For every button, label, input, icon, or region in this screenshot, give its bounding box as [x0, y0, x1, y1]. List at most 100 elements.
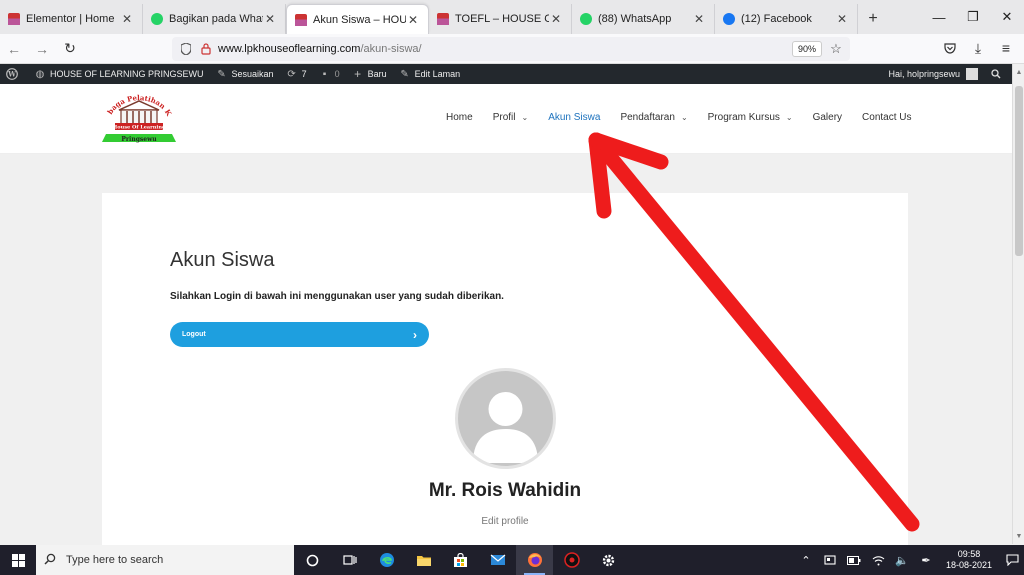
menu-item-pendaftaran[interactable]: Pendaftaran ⌄: [610, 112, 697, 123]
lock-icon[interactable]: [198, 41, 214, 57]
bookmark-star-icon[interactable]: ☆: [826, 39, 846, 59]
page-scrollbar[interactable]: ▲ ▼: [1012, 64, 1024, 544]
svg-text:W: W: [7, 70, 16, 79]
mail-icon[interactable]: [479, 545, 516, 575]
wp-admin-bar: W ◍ HOUSE OF LEARNING PRINGSEWU ✎ Sesuai…: [0, 64, 1012, 84]
close-window-button[interactable]: ✕: [990, 0, 1024, 34]
volume-icon[interactable]: 🔈: [890, 554, 914, 567]
menu-item-profil[interactable]: Profil ⌄: [483, 112, 539, 123]
search-icon: [44, 553, 60, 568]
main-menu: Home Profil ⌄ Akun Siswa Pendaftaran ⌄ P…: [436, 84, 922, 150]
content-card: Akun Siswa Silahkan Login di bawah ini m…: [102, 193, 908, 545]
media-app-icon[interactable]: [553, 545, 590, 575]
wp-comments[interactable]: ▪ 0: [313, 64, 346, 84]
taskbar-search[interactable]: Type here to search: [36, 545, 294, 575]
logo-bottom-text: Pringsewu: [121, 136, 157, 143]
wordpress-logo-button[interactable]: W: [0, 64, 28, 84]
tab-label: Elementor | Home: [26, 13, 115, 25]
menu-label: Akun Siswa: [548, 111, 601, 123]
menu-hamburger-icon[interactable]: ≡: [992, 34, 1020, 62]
logout-button[interactable]: Logout ›: [170, 322, 429, 347]
tab-bagikan-whatsapp[interactable]: Bagikan pada WhatsApp ✕: [143, 4, 286, 34]
new-tab-button[interactable]: +: [858, 4, 888, 34]
edge-icon[interactable]: [368, 545, 405, 575]
chevron-up-icon[interactable]: ⌃: [794, 554, 818, 567]
updates-count: 7: [301, 69, 307, 79]
defender-icon[interactable]: [818, 554, 842, 566]
updates-icon: ⟳: [287, 68, 296, 80]
logo-mid-text: House Of Learning: [113, 125, 166, 131]
menu-label: Program Kursus: [707, 111, 780, 123]
forward-icon[interactable]: →: [28, 35, 56, 63]
scroll-up-icon[interactable]: ▲: [1013, 66, 1024, 78]
close-icon[interactable]: ✕: [835, 12, 849, 26]
shield-icon[interactable]: [178, 41, 194, 57]
menu-item-akun-siswa[interactable]: Akun Siswa: [538, 112, 610, 123]
wp-account[interactable]: Hai, holpringsewu: [882, 64, 984, 84]
greeting-label: Hai, holpringsewu: [888, 69, 960, 79]
wp-updates[interactable]: ⟳ 7: [280, 64, 313, 84]
download-icon[interactable]: ⤓: [964, 34, 992, 62]
minimize-button[interactable]: —: [922, 0, 956, 34]
battery-icon[interactable]: [842, 555, 866, 565]
file-explorer-icon[interactable]: [405, 545, 442, 575]
pocket-icon[interactable]: [936, 34, 964, 62]
toolbar-right: ⤓ ≡: [936, 34, 1020, 64]
whatsapp-icon: [580, 13, 592, 25]
site-logo[interactable]: Lembaga Pelatihan Kerja House Of Learnin…: [96, 81, 178, 150]
close-icon[interactable]: ✕: [549, 12, 563, 26]
wp-search[interactable]: [984, 64, 1012, 84]
tab-elementor-home[interactable]: Elementor | Home ✕: [0, 4, 143, 34]
menu-item-home[interactable]: Home: [436, 112, 483, 123]
chevron-down-icon: ⌄: [680, 112, 688, 122]
tab-label: (88) WhatsApp: [598, 13, 672, 25]
menu-label: Pendaftaran: [620, 111, 675, 123]
address-bar[interactable]: www.lpkhouseoflearning.com /akun-siswa/ …: [172, 37, 850, 61]
scrollbar-thumb[interactable]: [1015, 86, 1023, 256]
close-icon[interactable]: ✕: [263, 12, 277, 26]
tab-whatsapp[interactable]: (88) WhatsApp ✕: [572, 4, 715, 34]
edit-profile-link[interactable]: Edit profile: [102, 516, 908, 527]
wp-site-name[interactable]: ◍ HOUSE OF LEARNING PRINGSEWU: [28, 64, 210, 84]
taskbar-clock[interactable]: 09:58 18-08-2021: [938, 549, 1000, 571]
close-icon[interactable]: ✕: [692, 12, 706, 26]
reload-icon[interactable]: ↻: [56, 35, 84, 63]
wp-edit-page[interactable]: ✎ Edit Laman: [393, 64, 467, 84]
clock-date: 18-08-2021: [945, 560, 993, 570]
pen-icon[interactable]: ✒: [914, 554, 938, 567]
menu-item-contact-us[interactable]: Contact Us: [852, 112, 921, 123]
wp-customize[interactable]: ✎ Sesuaikan: [210, 64, 280, 84]
house-logo-icon: [8, 13, 20, 25]
maximize-button[interactable]: ❐: [956, 0, 990, 34]
chevron-right-icon: ›: [413, 327, 417, 342]
profile-name: Mr. Rois Wahidin: [428, 480, 582, 501]
zoom-level-badge[interactable]: 90%: [791, 41, 822, 57]
tab-facebook[interactable]: (12) Facebook ✕: [715, 4, 858, 34]
close-icon[interactable]: ✕: [120, 12, 134, 26]
tab-label: Bagikan pada WhatsApp: [169, 13, 263, 25]
tab-toefl[interactable]: TOEFL – HOUSE OF LEARN ✕: [429, 4, 572, 34]
wp-new[interactable]: + Baru: [346, 64, 393, 84]
task-view-icon[interactable]: [331, 545, 368, 575]
house-logo-icon: [295, 13, 307, 26]
notification-icon[interactable]: [1000, 554, 1024, 566]
page-title: Akun Siswa: [170, 249, 275, 271]
tab-label: Akun Siswa – HOUSE OF LE: [313, 13, 406, 26]
new-label: Baru: [367, 69, 387, 79]
wifi-icon[interactable]: [866, 555, 890, 566]
tab-akun-siswa[interactable]: Akun Siswa – HOUSE OF LE ✕: [286, 4, 429, 34]
start-button[interactable]: [0, 545, 36, 575]
menu-item-program-kursus[interactable]: Program Kursus ⌄: [698, 112, 803, 123]
edit-page-label: Edit Laman: [414, 69, 461, 79]
browser-toolbar: ← → ↻ www.lpkhouseoflearning.com /akun-s…: [0, 34, 1024, 64]
scroll-down-icon[interactable]: ▼: [1013, 530, 1024, 542]
settings-gear-icon[interactable]: [590, 545, 627, 575]
close-icon[interactable]: ✕: [406, 13, 420, 27]
avatar: [455, 368, 556, 469]
cortana-icon[interactable]: [294, 545, 331, 575]
store-icon[interactable]: [442, 545, 479, 575]
firefox-icon[interactable]: [516, 545, 553, 575]
back-icon[interactable]: ←: [0, 35, 28, 63]
menu-item-galery[interactable]: Galery: [803, 112, 852, 123]
logout-label: Logout: [182, 331, 206, 338]
